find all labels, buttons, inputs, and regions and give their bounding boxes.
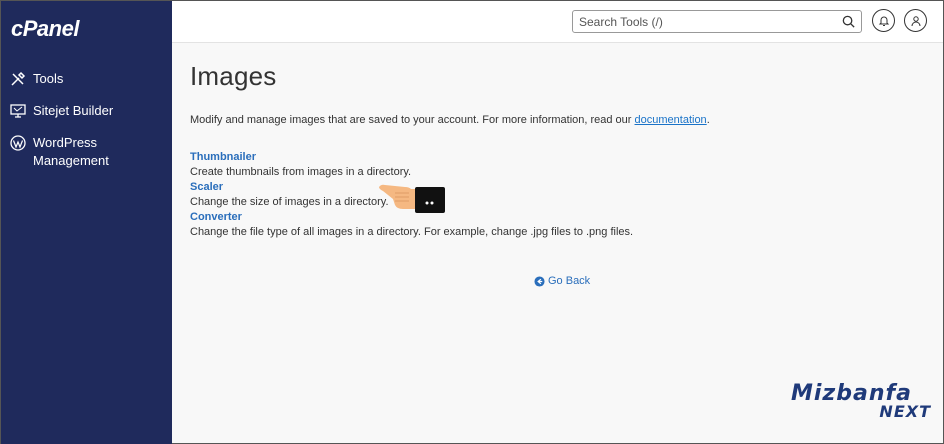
cpanel-logo[interactable]: cPanel (11, 16, 79, 42)
description-suffix: . (706, 114, 710, 126)
notifications-button[interactable] (872, 9, 895, 32)
sidebar: cPanel Tools Sitejet Builder WordPress M… (1, 1, 172, 444)
go-back-link[interactable]: Go Back (534, 275, 590, 287)
search-icon[interactable] (841, 14, 856, 29)
sidebar-item-label: Tools (33, 71, 64, 86)
scaler-link[interactable]: Scaler (190, 180, 930, 195)
scaler-description: Change the size of images in a directory… (190, 196, 389, 208)
sidebar-item-sitejet[interactable]: Sitejet Builder (1, 99, 172, 123)
sidebar-item-label: Sitejet Builder (33, 103, 114, 118)
user-icon (911, 15, 920, 26)
page-title: Images (190, 61, 277, 91)
mizbanfa-watermark: Mizbanfa NEXT (791, 381, 931, 435)
top-bar (172, 1, 943, 43)
arrow-left-circle-icon (534, 275, 545, 287)
sidebar-nav: Tools Sitejet Builder WordPress Manageme… (1, 67, 172, 181)
main-content: Images Modify and manage images that are… (190, 61, 930, 240)
thumbnailer-link[interactable]: Thumbnailer (190, 150, 930, 165)
bell-icon (878, 16, 889, 26)
converter-link[interactable]: Converter (190, 210, 930, 225)
page-description: Modify and manage images that are saved … (190, 114, 930, 126)
go-back-label: Go Back (548, 275, 591, 287)
documentation-link[interactable]: documentation (635, 114, 707, 126)
sidebar-item-wordpress[interactable]: WordPress Management (1, 131, 172, 173)
pointing-hand-icon (379, 184, 445, 213)
user-button[interactable] (904, 9, 927, 32)
tools-icon (9, 70, 27, 88)
sidebar-item-label: WordPress Management (33, 135, 109, 168)
sidebar-item-tools[interactable]: Tools (1, 67, 172, 91)
converter-description: Change the file type of all images in a … (190, 226, 634, 238)
search-box (572, 10, 862, 33)
monitor-icon (9, 102, 27, 120)
thumbnailer-description: Create thumbnails from images in a direc… (190, 166, 412, 178)
search-input[interactable] (573, 11, 833, 32)
tool-list: Thumbnailer Create thumbnails from image… (190, 150, 930, 240)
description-text: Modify and manage images that are saved … (190, 114, 635, 126)
wordpress-icon (9, 134, 27, 152)
